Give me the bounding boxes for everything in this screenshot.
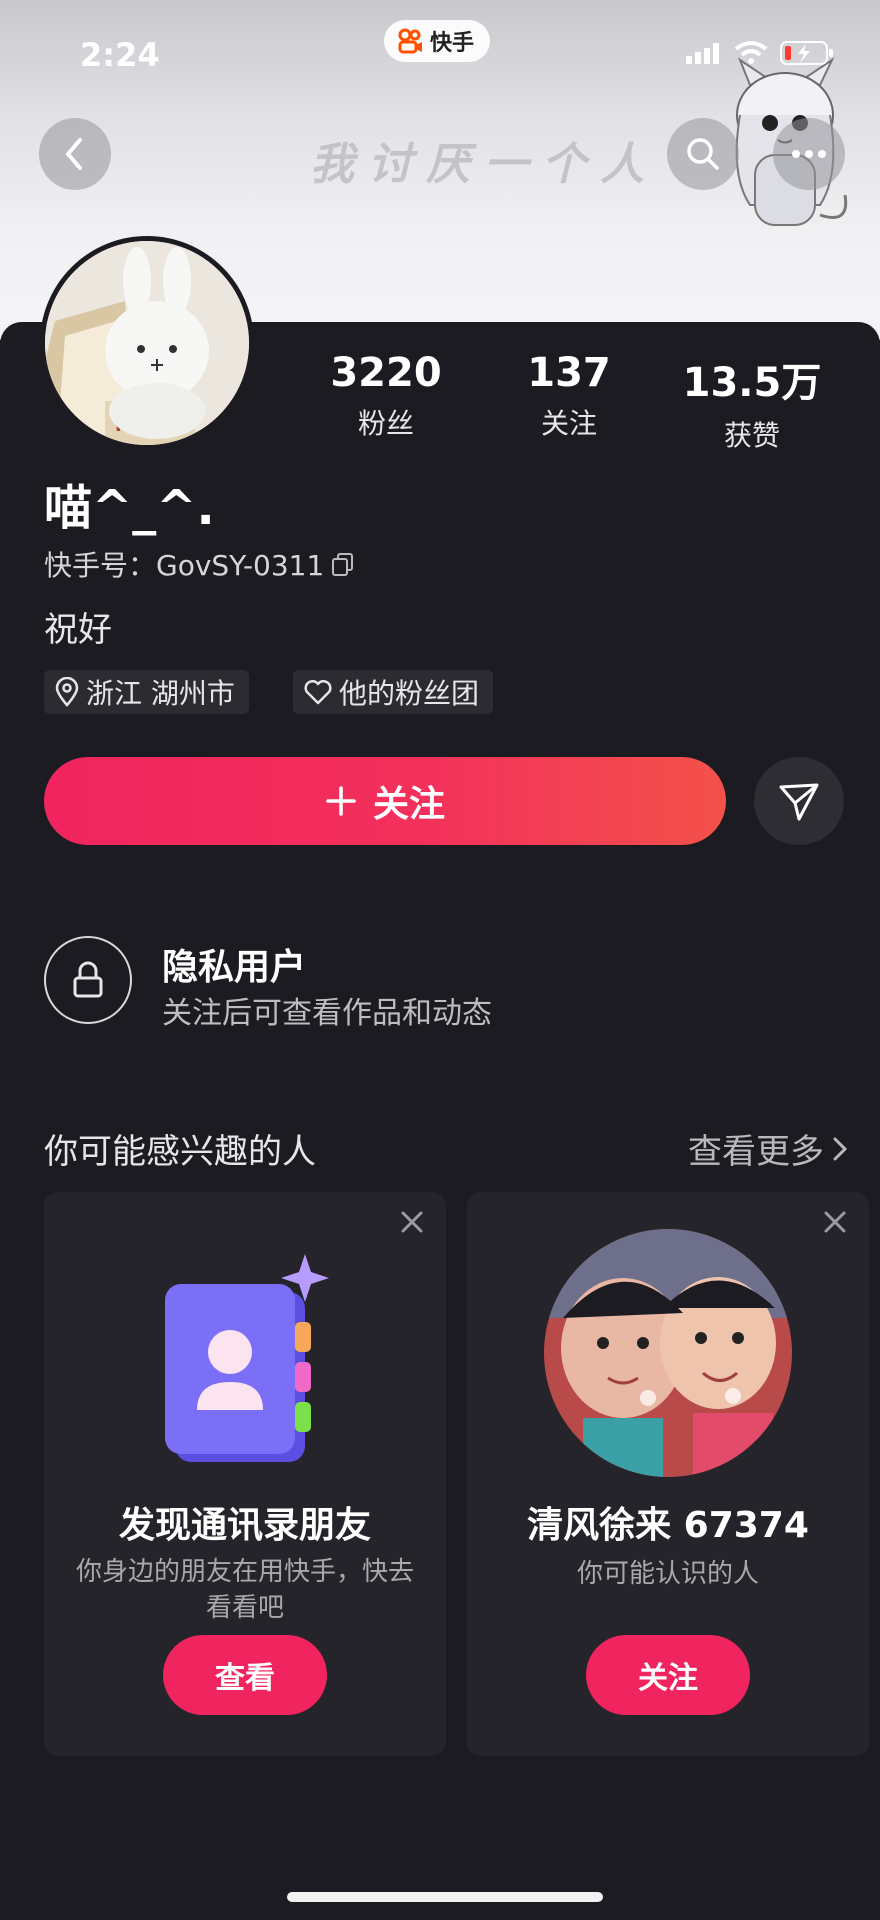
- see-more-label: 查看更多: [688, 1132, 824, 1172]
- location-pin-icon: [55, 677, 79, 707]
- copy-icon[interactable]: [330, 551, 356, 577]
- suggested-user-avatar[interactable]: [543, 1228, 793, 1478]
- stat-likes-label: 获赞: [723, 419, 780, 452]
- stat-following[interactable]: 137 关注: [489, 350, 649, 442]
- contacts-card-subtitle: 你身边的朋友在用快手，快去看看吧: [75, 1557, 414, 1623]
- search-button[interactable]: [667, 118, 739, 190]
- heart-outline-icon: [304, 679, 332, 705]
- battery-icon: [780, 41, 833, 65]
- chevron-right-icon: [833, 1137, 848, 1160]
- kuaishou-id-row[interactable]: 快手号：GovSY-0311: [44, 544, 356, 584]
- wifi-icon: [734, 41, 768, 64]
- fan-club-tag[interactable]: 他的粉丝团: [293, 670, 494, 714]
- suggestion-card-user[interactable]: 清风徐来 67374 你可能认识的人 关注: [467, 1192, 869, 1756]
- view-contacts-button[interactable]: 查看: [163, 1635, 327, 1715]
- kuaishou-logo-icon: [398, 28, 422, 54]
- search-icon: [687, 138, 719, 170]
- stat-likes[interactable]: 13.5万 获赞: [672, 350, 832, 454]
- signal-icon: [686, 43, 719, 64]
- contacts-card-title: 发现通讯录朋友: [118, 1505, 371, 1546]
- plus-icon: [326, 786, 356, 816]
- private-user-title: 隐私用户: [162, 947, 307, 988]
- profile-page: 我讨厌一个人 2:24 快手 3220 粉丝 137 关注 13.5万 获赞 喵…: [0, 0, 880, 1920]
- close-icon[interactable]: [823, 1210, 847, 1234]
- lock-badge: [44, 936, 132, 1024]
- suggested-user-name[interactable]: 清风徐来 67374: [467, 1496, 869, 1548]
- suggestion-card-contacts[interactable]: 发现通讯录朋友 你身边的朋友在用快手，快去看看吧 查看: [44, 1192, 446, 1756]
- lock-icon: [73, 961, 103, 998]
- suggested-user-subtitle: 你可能认识的人: [576, 1559, 759, 1589]
- send-icon: [779, 783, 819, 821]
- private-user-subtitle: 关注后可查看作品和动态: [162, 996, 492, 1031]
- fan-club-label: 他的粉丝团: [339, 677, 480, 710]
- avatar[interactable]: I HA: [40, 236, 254, 450]
- app-name: 快手: [430, 31, 475, 56]
- close-icon[interactable]: [400, 1210, 424, 1234]
- stat-following-value: 137: [527, 350, 611, 396]
- follow-button[interactable]: 关注: [44, 757, 726, 845]
- kuaishou-id: 快手号：GovSY-0311: [44, 549, 325, 582]
- stat-fans-label: 粉丝: [357, 407, 414, 440]
- location-tag[interactable]: 浙江 湖州市: [44, 670, 249, 714]
- banner-text: 我讨厌一个人: [310, 139, 658, 190]
- stat-fans[interactable]: 3220 粉丝: [306, 350, 466, 442]
- avatar-image: I HA: [45, 241, 249, 445]
- username: 喵^_^.: [44, 480, 215, 536]
- status-time: 2:24: [80, 36, 160, 74]
- stat-likes-value: 13.5万: [682, 360, 822, 406]
- app-indicator-pill: 快手: [384, 20, 491, 62]
- follow-suggested-button[interactable]: 关注: [586, 1635, 750, 1715]
- more-icon: [792, 150, 826, 158]
- follow-button-label: 关注: [372, 784, 445, 825]
- stat-following-label: 关注: [540, 407, 597, 440]
- stat-fans-value: 3220: [330, 350, 442, 396]
- location-label: 浙江 湖州市: [86, 677, 235, 710]
- status-indicators: [686, 40, 834, 66]
- contacts-book-icon: [165, 1254, 329, 1462]
- follow-suggested-label: 关注: [638, 1661, 698, 1696]
- send-message-button[interactable]: [754, 757, 844, 845]
- suggestions-title: 你可能感兴趣的人: [44, 1132, 316, 1172]
- back-button[interactable]: [39, 118, 111, 190]
- see-more-link[interactable]: 查看更多: [688, 1124, 848, 1173]
- bio: 祝好: [44, 610, 112, 650]
- back-arrow-icon: [66, 138, 82, 170]
- home-indicator[interactable]: [287, 1892, 603, 1902]
- view-button-label: 查看: [215, 1661, 275, 1696]
- more-button[interactable]: [773, 118, 845, 190]
